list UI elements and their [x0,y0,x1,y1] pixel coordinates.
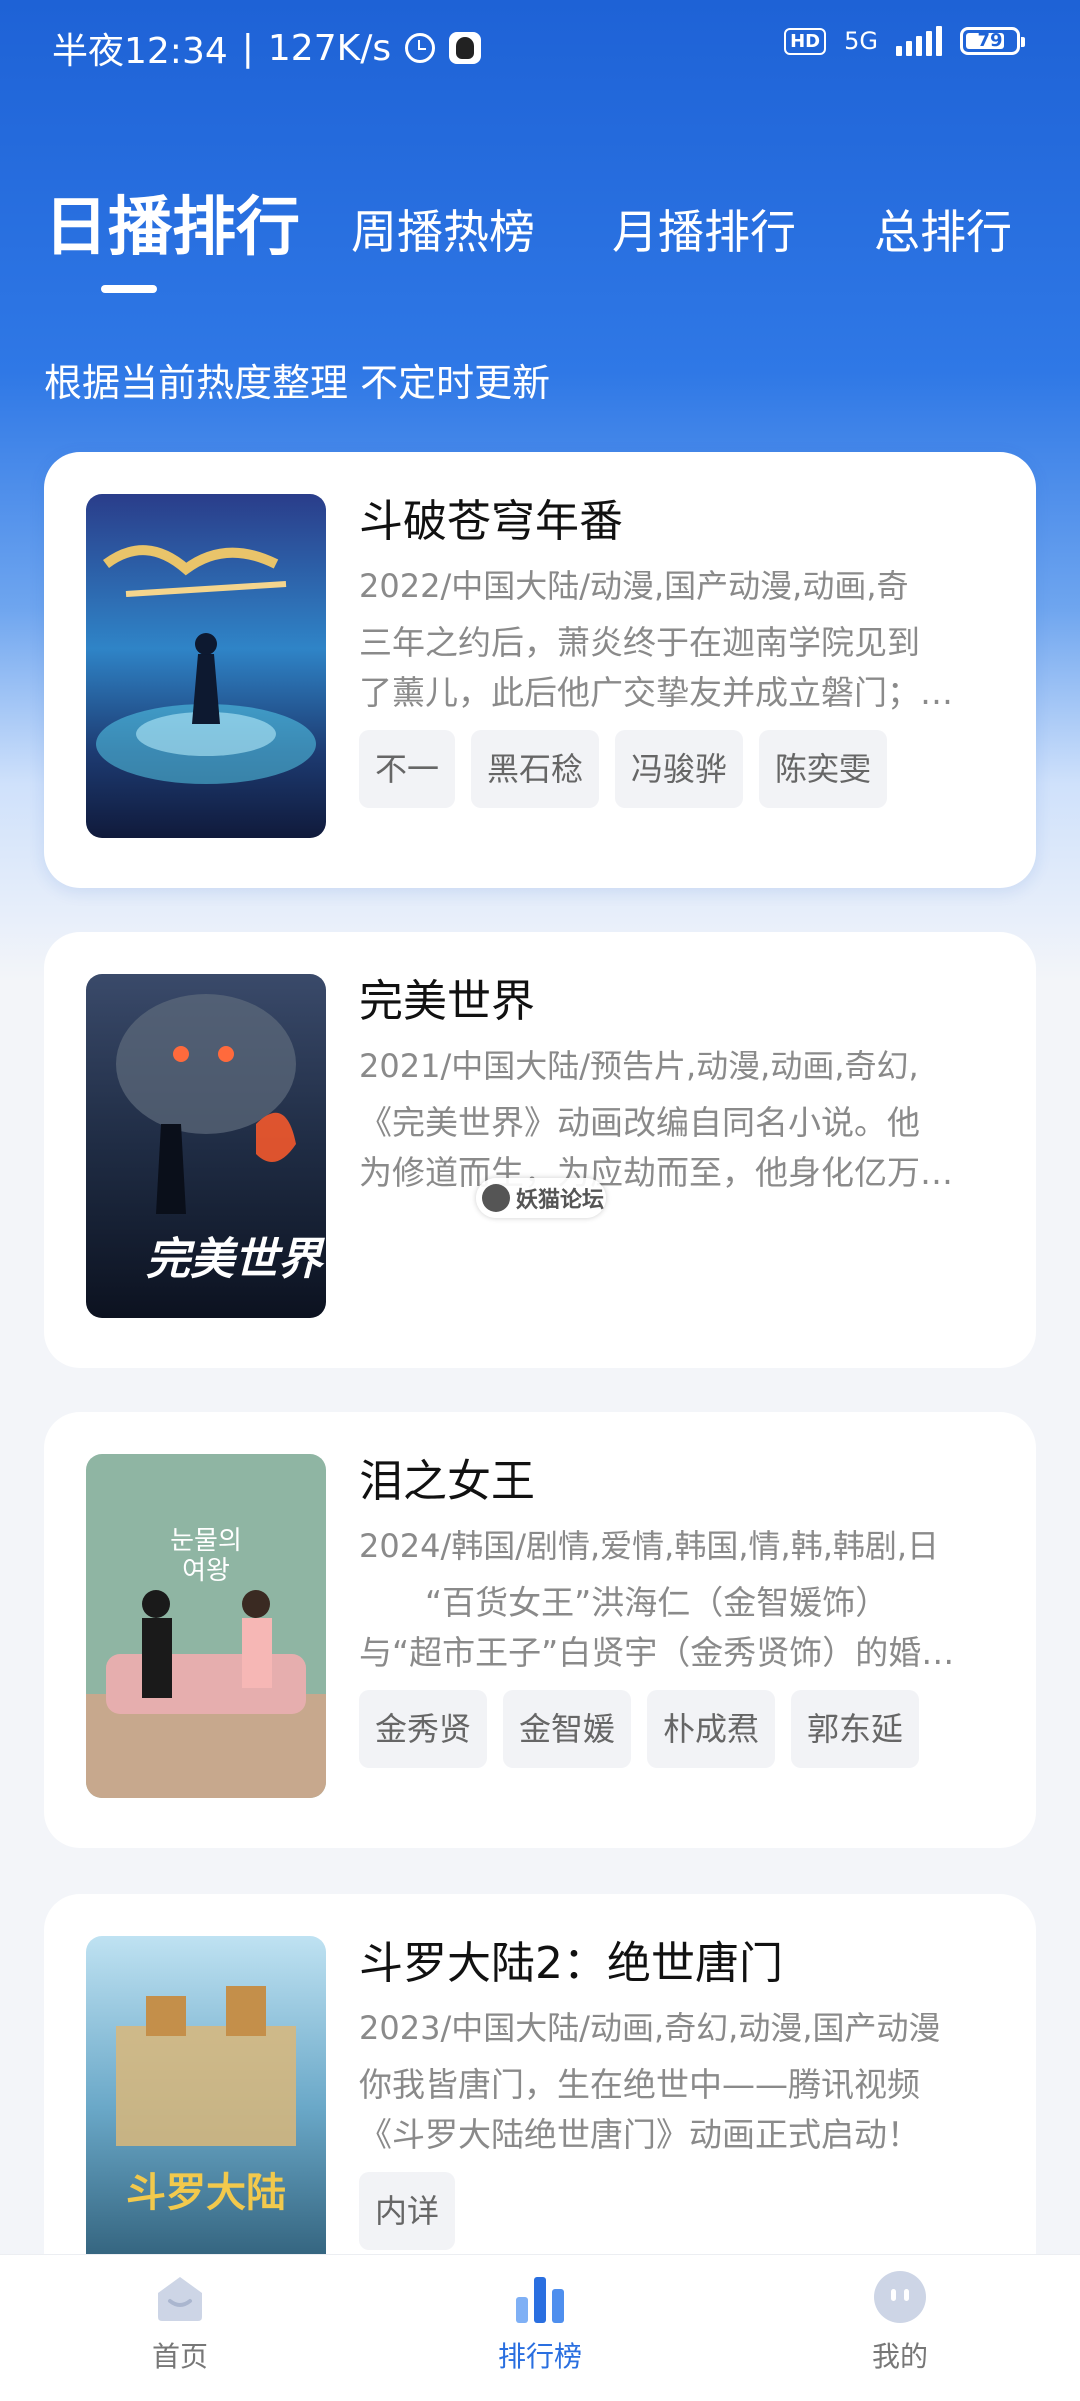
status-bar: 半夜12:34 | 127K/s HD 5G 79 [0,0,1080,100]
item-description: “百货女王”洪海仁（金智媛饰） 与“超市王子”白贤宇（金秀贤饰）的婚… [359,1583,955,1672]
cast-tags: 内详 [359,2172,999,2250]
svg-text:눈물의: 눈물의 [170,1526,242,1556]
poster-image: 完美世界 [86,974,326,1318]
item-title: 泪之女王 [359,1456,535,1507]
nav-ranking[interactable]: 排行榜 [440,2269,640,2375]
status-time: 半夜12:34 [52,31,228,72]
battery-level: 79 [977,30,1003,51]
cast-tags: 不一 黑石稔 冯骏骅 陈奕雯 [359,730,999,808]
watermark-logo-icon [482,1184,510,1212]
forum-watermark: 妖猫论坛 [476,1178,606,1218]
tab-monthly[interactable]: 月播排行 [612,196,796,262]
item-meta: 2022/中国大陆/动漫,国产动漫,动画,奇 [359,567,909,605]
cast-tag[interactable]: 不一 [359,730,456,808]
ranking-card[interactable]: 完美世界 完美世界 2021/中国大陆/预告片,动漫,动画,奇幻, 《完美世界》… [44,932,1036,1368]
cast-tag[interactable]: 冯骏骅 [615,730,744,808]
alarm-icon [405,33,436,63]
cast-tag[interactable]: 朴成焄 [647,1690,776,1768]
poster-image [86,494,326,838]
svg-text:斗罗大陆: 斗罗大陆 [126,2169,286,2216]
item-title: 斗破苍穹年番 [359,496,623,547]
nav-profile-label: 我的 [871,2340,928,2373]
tab-weekly[interactable]: 周播热榜 [351,196,535,262]
nav-ranking-label: 排行榜 [497,2340,582,2373]
nav-profile[interactable]: 我的 [800,2269,1000,2375]
page-subtitle: 根据当前热度整理 不定时更新 [44,361,551,405]
item-meta: 2021/中国大陆/预告片,动漫,动画,奇幻, [359,1047,919,1085]
ranking-card[interactable]: 斗破苍穹年番 2022/中国大陆/动漫,国产动漫,动画,奇 三年之约后，萧炎终于… [44,452,1036,888]
home-icon [152,2269,208,2325]
item-description: 《完美世界》动画改编自同名小说。他 为修道而生，为应劫而至，他身化亿万… [359,1103,953,1192]
profile-icon [872,2269,928,2325]
cast-tag[interactable]: 郭东延 [791,1690,920,1768]
battery-icon: 79 [960,27,1025,55]
nav-home-label: 首页 [151,2340,208,2373]
cast-tags: 金秀贤 金智媛 朴成焄 郭东延 [359,1690,999,1768]
ranking-icon [512,2269,568,2325]
item-description: 你我皆唐门，生在绝世中——腾讯视频 《斗罗大陆绝世唐门》动画正式启动！ [359,2065,920,2154]
cast-tag[interactable]: 金智媛 [503,1690,632,1768]
status-speed: 127K/s [267,27,392,69]
item-meta: 2024/韩国/剧情,爱情,韩国,情,韩,韩剧,日 [359,1527,940,1565]
item-meta: 2023/中国大陆/动画,奇幻,动漫,国产动漫 [359,2009,941,2047]
qq-icon [449,32,482,64]
tab-indicator [101,285,157,293]
svg-text:完美世界: 完美世界 [146,1234,325,1285]
nav-home[interactable]: 首页 [80,2269,280,2375]
network-label: 5G [844,27,878,55]
signal-icon [896,26,942,56]
ranking-tabs: 日播排行 周播热榜 月播排行 总排行 [44,176,1044,296]
bottom-navigation: 首页 排行榜 我的 [0,2254,1080,2401]
item-title: 斗罗大陆2：绝世唐门 [359,1938,783,1989]
tab-daily[interactable]: 日播排行 [44,176,300,268]
cast-tag[interactable]: 金秀贤 [359,1690,488,1768]
item-description: 三年之约后，萧炎终于在迦南学院见到 了薰儿，此后他广交挚友并成立磐门；… [359,623,953,712]
poster-image: 눈물의 여왕 [86,1454,326,1798]
cast-tag[interactable]: 黑石稔 [471,730,600,808]
cast-tag[interactable]: 陈奕雯 [759,730,888,808]
hd-icon: HD [784,27,827,55]
cast-tag[interactable]: 内详 [359,2172,456,2250]
svg-text:여왕: 여왕 [182,1556,230,1586]
poster-image: 斗罗大陆 [86,1936,326,2280]
item-title: 完美世界 [359,976,535,1027]
tab-total[interactable]: 总排行 [874,196,1012,262]
ranking-card[interactable]: 눈물의 여왕 泪之女王 2024/韩国/剧情,爱情,韩国,情,韩,韩剧,日 “百… [44,1412,1036,1848]
